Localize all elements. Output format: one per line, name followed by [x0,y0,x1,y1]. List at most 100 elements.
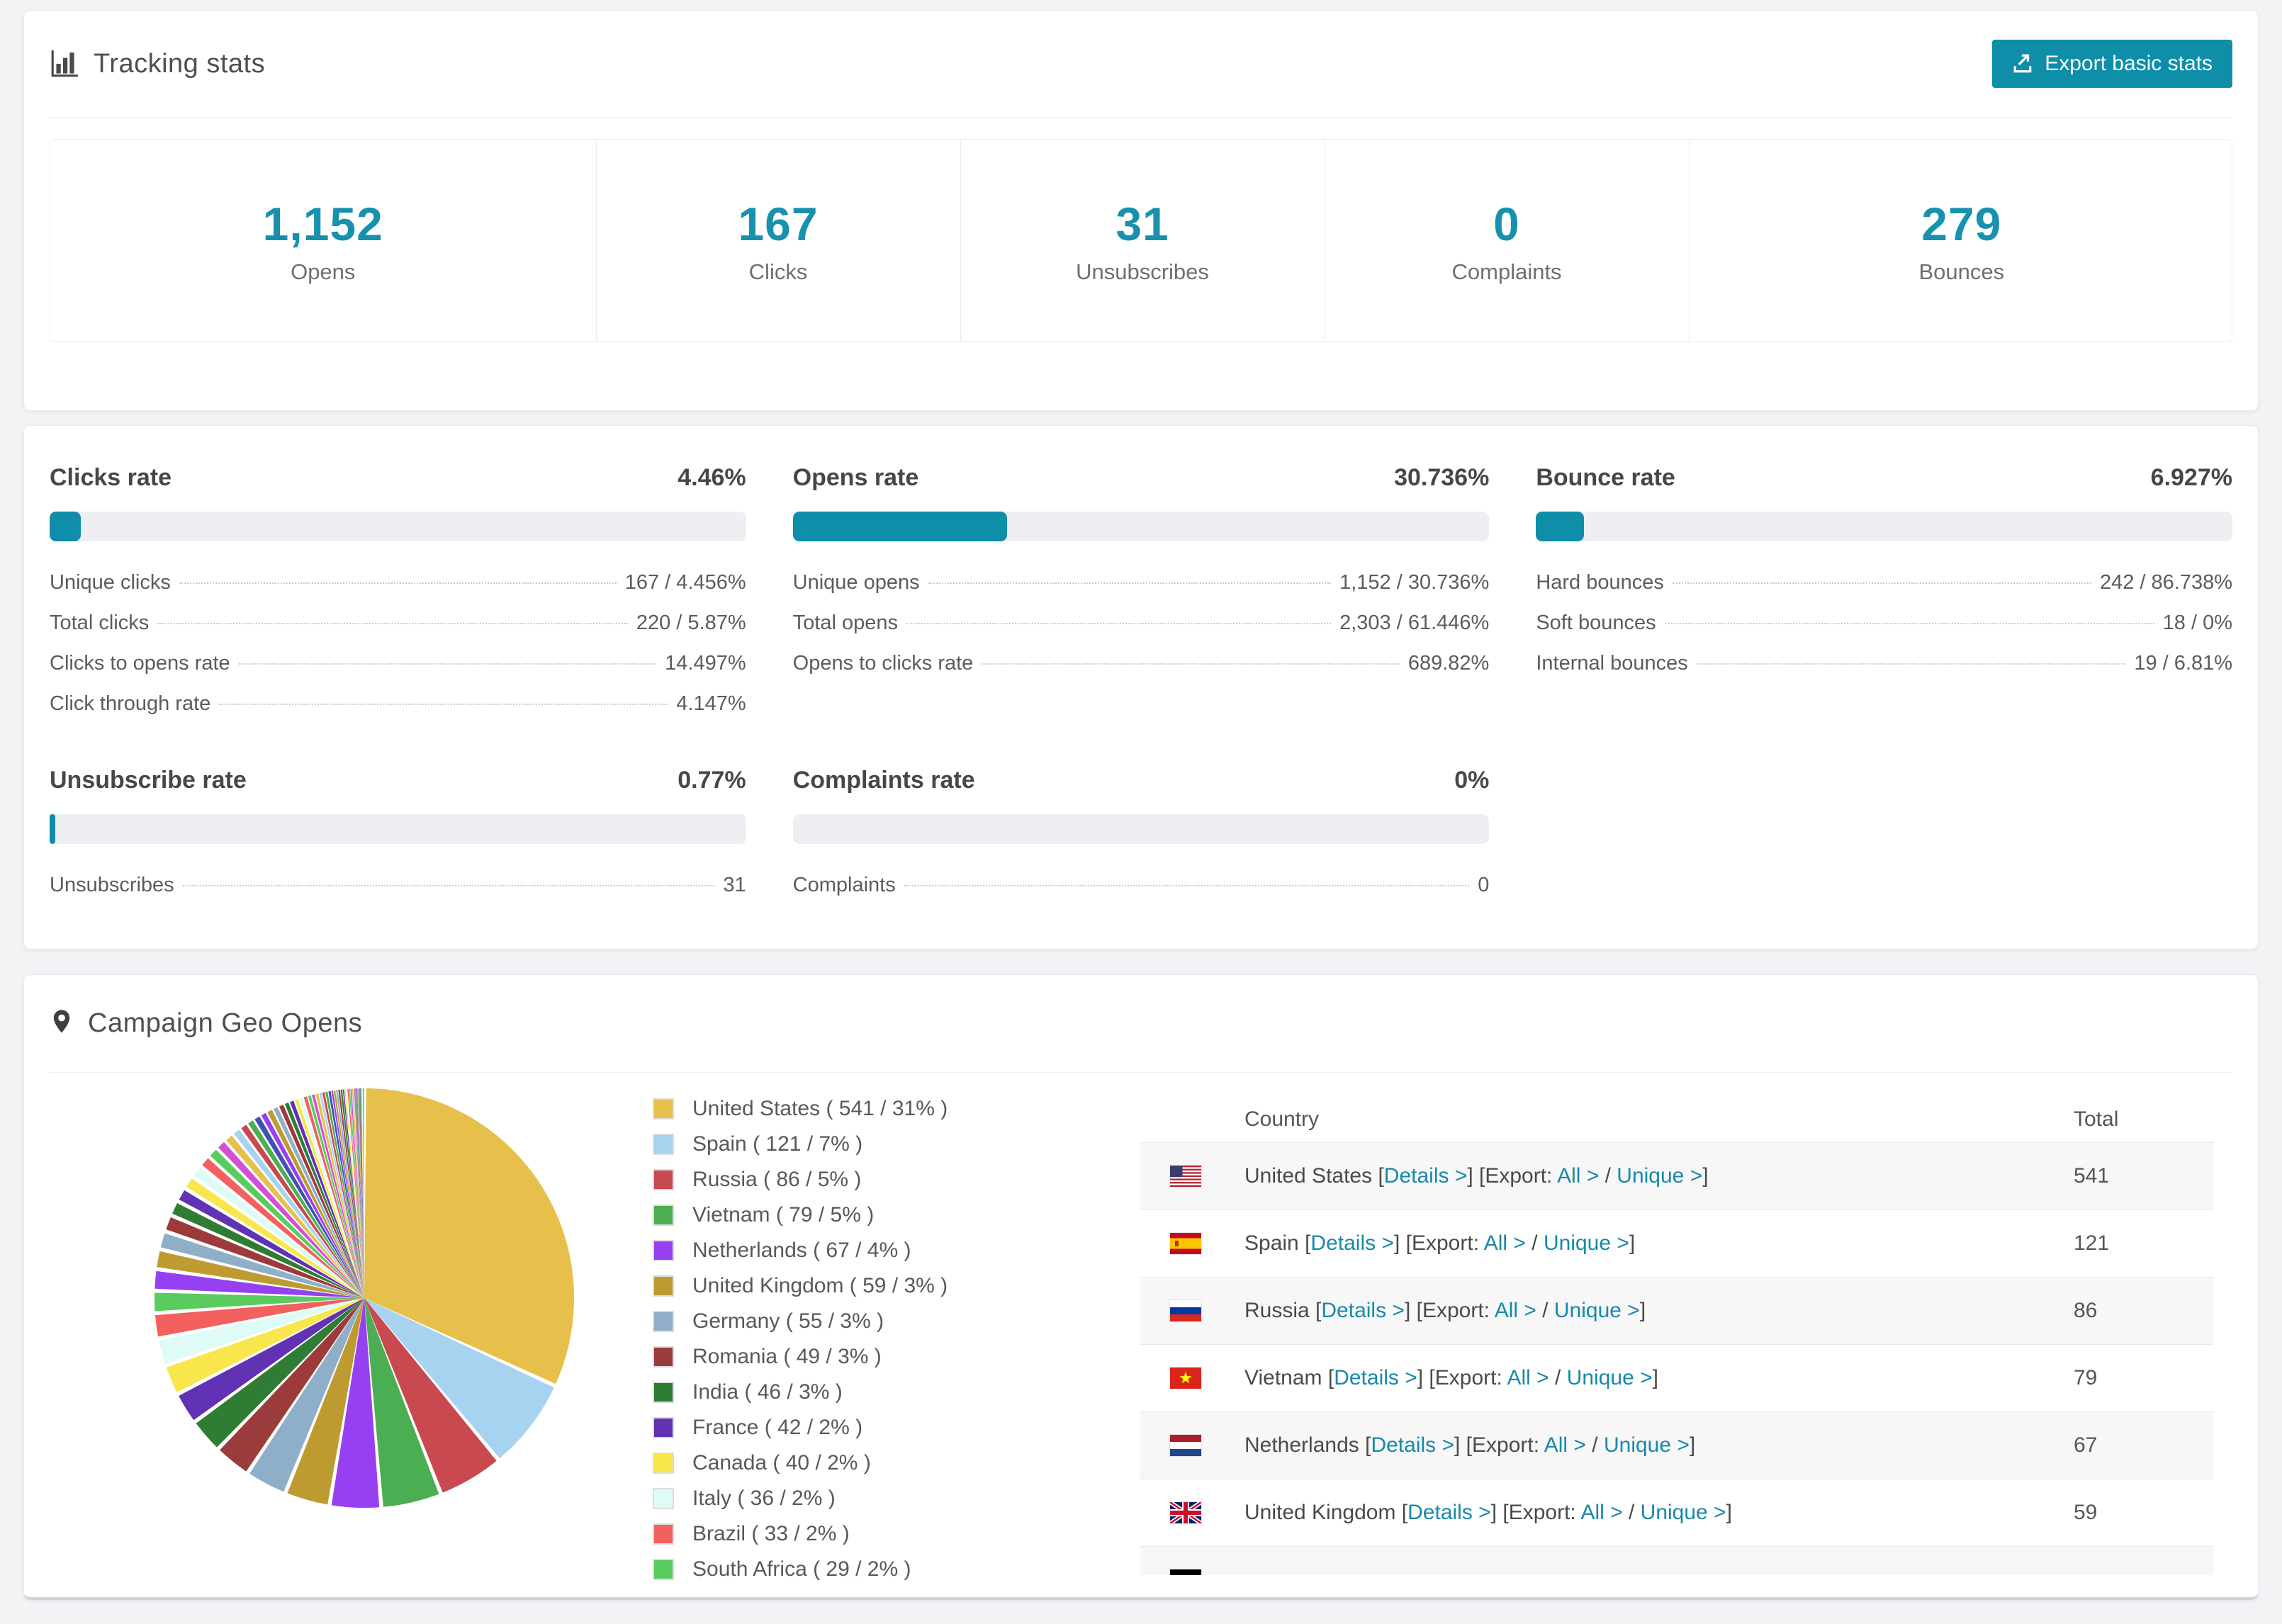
export-all-link[interactable]: All > [1507,1366,1549,1389]
legend-item-france[interactable]: France ( 42 / 2% ) [653,1416,948,1440]
summary-stat-label: Bounces [1918,259,2005,284]
ru-flag-icon [1170,1300,1201,1321]
rate-detail-label: Unique opens [792,571,920,594]
geo-table-row: Russia [Details >] [Export: All > / Uniq… [1140,1277,2214,1344]
rate-progress-fill [50,512,81,541]
export-all-link[interactable]: All > [1544,1433,1586,1457]
legend-label: Brazil ( 33 / 2% ) [692,1522,850,1545]
total-cell: 86 [2074,1299,2098,1322]
rate-percent: 0.77% [678,767,746,794]
export-unique-link[interactable]: Unique > [1554,1299,1640,1322]
geo-table-row-partial [1140,1546,2214,1575]
rate-progress-fill [50,814,55,844]
slash: / [1525,1231,1544,1255]
legend-item-canada[interactable]: Canada ( 40 / 2% ) [653,1451,948,1475]
summary-stat-label: Complaints [1451,259,1562,284]
legend-item-italy[interactable]: Italy ( 36 / 2% ) [653,1487,948,1511]
summary-stat-complaints: 0 Complaints [1324,140,1689,342]
export-all-link[interactable]: All > [1557,1164,1599,1188]
legend-item-spain[interactable]: Spain ( 121 / 7% ) [653,1132,948,1156]
rate-detail-value: 220 / 5.87% [636,611,746,634]
rate-detail-row: Total opens 2,303 / 61.446% [793,611,1490,635]
rate-detail-label: Clicks to opens rate [50,652,230,675]
details-link[interactable]: Details > [1334,1366,1417,1389]
bracket: ] [Export: [1417,1366,1507,1389]
country-cell: Russia [Details >] [Export: All > / Uniq… [1244,1299,2074,1323]
legend-swatch [653,1417,674,1438]
legend-label: Italy ( 36 / 2% ) [692,1487,836,1510]
legend-label: India ( 46 / 3% ) [692,1380,843,1404]
country-cell: United Kingdom [Details >] [Export: All … [1244,1501,2074,1525]
export-unique-link[interactable]: Unique > [1544,1231,1629,1255]
vn-flag-icon [1170,1368,1201,1389]
rates-panel: Clicks rate 4.46% Unique clicks 167 / 4.456… [23,425,2259,949]
legend-item-south-africa[interactable]: South Africa ( 29 / 2% ) [653,1557,948,1581]
details-link[interactable]: Details > [1310,1231,1394,1255]
legend-item-vietnam[interactable]: Vietnam ( 79 / 5% ) [653,1203,948,1227]
legend-label: France ( 42 / 2% ) [692,1416,863,1439]
legend-swatch [653,1098,674,1120]
country-name: Vietnam [1244,1366,1328,1389]
rate-block-opens-rate: Opens rate 30.736% Unique opens 1,152 / 30.… [792,464,1490,716]
rate-detail-label: Total clicks [50,611,150,634]
dotted-leader [1672,582,2091,584]
bracket: ] [1689,1433,1696,1457]
rate-detail-row: Unique clicks 167 / 4.456% [50,571,746,594]
campaign-geo-opens-panel: Campaign Geo Opens United States ( 541 /… [23,974,2259,1600]
details-link[interactable]: Details > [1371,1433,1454,1457]
rate-detail-row: Opens to clicks rate 689.82% [793,652,1490,675]
export-all-link[interactable]: All > [1495,1299,1536,1322]
rate-title: Complaints rate [792,767,975,794]
rate-progress-bar [792,814,1490,844]
summary-stat-bounces: 279 Bounces [1688,140,2235,342]
geo-content: United States ( 541 / 31% ) Spain ( 121 /… [50,1073,2232,1596]
export-all-link[interactable]: All > [1580,1501,1622,1524]
export-unique-link[interactable]: Unique > [1617,1164,1702,1188]
country-cell: United States [Details >] [Export: All >… [1244,1164,2074,1188]
rate-block-bounce-rate: Bounce rate 6.927% Hard bounces 242 / 86.73… [1536,464,2232,716]
details-link[interactable]: Details > [1321,1299,1405,1322]
legend-item-netherlands[interactable]: Netherlands ( 67 / 4% ) [653,1239,948,1263]
legend-swatch [653,1275,674,1297]
geo-opens-table: Country Total United States [Details >] [E… [1140,1096,2214,1575]
summary-stat-opens: 1,152 Opens [50,140,596,342]
legend-item-germany[interactable]: Germany ( 55 / 3% ) [653,1309,948,1333]
export-all-link[interactable]: All > [1484,1231,1526,1255]
export-unique-link[interactable]: Unique > [1641,1501,1726,1524]
slash: / [1599,1164,1617,1188]
rate-title: Unsubscribe rate [50,767,247,794]
rate-detail-value: 0 [1478,874,1490,896]
rate-detail-value: 4.147% [676,692,746,715]
legend-item-russia[interactable]: Russia ( 86 / 5% ) [653,1168,948,1192]
geo-table-row: Spain [Details >] [Export: All > / Uniqu… [1140,1209,2214,1277]
total-cell: 59 [2074,1501,2098,1524]
es-flag-icon [1170,1233,1201,1254]
legend-item-brazil[interactable]: Brazil ( 33 / 2% ) [653,1522,948,1546]
rate-detail-label: Click through rate [50,692,211,715]
legend-item-united-kingdom[interactable]: United Kingdom ( 59 / 3% ) [653,1274,948,1298]
total-column-header: Total [2074,1107,2119,1131]
export-basic-stats-button[interactable]: Export basic stats [1992,40,2232,88]
rate-detail-row: Total clicks 220 / 5.87% [50,611,746,635]
legend-swatch [653,1134,674,1155]
legend-item-united-states[interactable]: United States ( 541 / 31% ) [653,1097,948,1121]
details-link[interactable]: Details > [1384,1164,1468,1188]
rate-progress-bar [50,814,746,844]
slash: / [1548,1366,1567,1389]
slash: / [1622,1501,1641,1524]
legend-item-india[interactable]: India ( 46 / 3% ) [653,1380,948,1404]
rate-detail-value: 14.497% [665,652,746,675]
rate-block-header: Clicks rate 4.46% [50,464,746,492]
export-unique-link[interactable]: Unique > [1567,1366,1653,1389]
export-unique-link[interactable]: Unique > [1604,1433,1690,1457]
nl-flag-icon [1170,1435,1201,1456]
legend-label: South Africa ( 29 / 2% ) [692,1557,911,1581]
country-cell: Vietnam [Details >] [Export: All > / Uni… [1244,1366,2074,1390]
legend-label: Netherlands ( 67 / 4% ) [692,1239,911,1262]
details-link[interactable]: Details > [1407,1501,1491,1524]
legend-swatch [653,1311,674,1332]
legend-item-romania[interactable]: Romania ( 49 / 3% ) [653,1345,948,1369]
country-cell: Spain [Details >] [Export: All > / Uniqu… [1244,1231,2074,1256]
bracket: ] [Export: [1393,1231,1484,1255]
dotted-leader [238,663,657,665]
